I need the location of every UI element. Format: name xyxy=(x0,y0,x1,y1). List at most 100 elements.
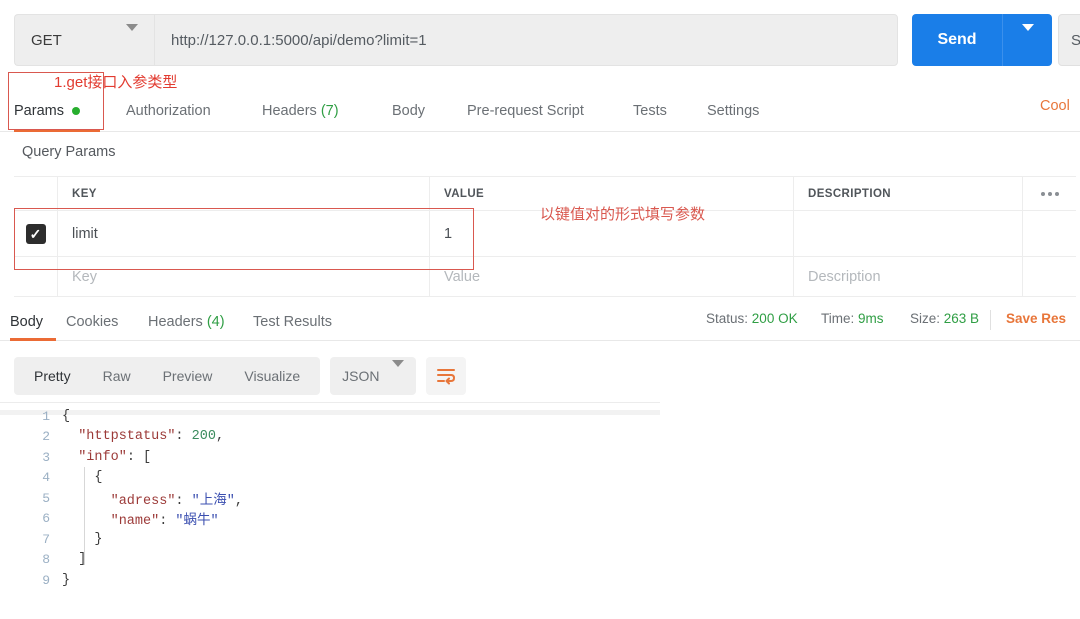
code-line: 5 "adress": "上海", xyxy=(0,488,700,509)
save-button[interactable]: Sa xyxy=(1058,14,1080,66)
header-cell-checkbox xyxy=(14,177,58,210)
code-line: 4 { xyxy=(0,468,700,489)
divider xyxy=(990,310,991,330)
format-dropdown[interactable]: JSON xyxy=(330,357,416,395)
request-url-bar: GET http://127.0.0.1:5000/api/demo?limit… xyxy=(0,0,1080,82)
code-line-text: ] xyxy=(62,552,87,568)
tab-headers-label: Headers xyxy=(262,102,317,119)
size-badge: Size: 263 B xyxy=(910,311,979,326)
param-key-input[interactable]: limit xyxy=(72,226,98,242)
status-badge: Status: 200 OK xyxy=(706,311,798,326)
response-tab-headers-label: Headers xyxy=(148,313,203,330)
send-options-button[interactable] xyxy=(1002,14,1052,66)
chevron-down-icon xyxy=(1021,24,1034,49)
tab-body[interactable]: Body xyxy=(392,90,425,131)
check-icon: ✓ xyxy=(29,225,42,242)
param-value-input[interactable]: 1 xyxy=(444,226,452,242)
http-method-dropdown[interactable]: GET xyxy=(14,14,154,66)
tab-params[interactable]: Params xyxy=(14,90,80,131)
send-button-label: Send xyxy=(937,31,977,48)
code-line: 2 "httpstatus": 200, xyxy=(0,427,700,448)
response-view-toolbar: Pretty Raw Preview Visualize JSON xyxy=(14,357,466,395)
cookies-link[interactable]: Cool xyxy=(1040,98,1070,114)
word-wrap-icon xyxy=(436,369,455,385)
row-checkbox[interactable]: ✓ xyxy=(25,223,46,244)
send-button[interactable]: Send xyxy=(912,14,1002,66)
url-text: http://127.0.0.1:5000/api/demo?limit=1 xyxy=(171,31,427,49)
table-row: ✓ limit 1 xyxy=(14,211,1076,257)
line-number: 6 xyxy=(42,511,50,527)
tab-authorization[interactable]: Authorization xyxy=(126,90,211,131)
tab-pre-request-script-label: Pre-request Script xyxy=(467,102,584,119)
save-response-button[interactable]: Save Res xyxy=(1006,311,1066,326)
query-params-table: KEY VALUE DESCRIPTION ✓ limit 1 Key Valu… xyxy=(14,176,1076,297)
response-tab-body-label: Body xyxy=(10,313,44,330)
active-response-tab-indicator xyxy=(10,338,56,341)
tab-authorization-label: Authorization xyxy=(126,102,211,119)
response-body-code[interactable]: 1{2 "httpstatus": 200, 3 "info": [4 {5 "a… xyxy=(0,406,700,591)
tab-settings[interactable]: Settings xyxy=(707,90,759,131)
line-number: 3 xyxy=(42,449,50,465)
column-header-key: KEY xyxy=(72,187,97,200)
chevron-down-icon xyxy=(126,24,138,49)
tab-tests-label: Tests xyxy=(633,102,667,119)
params-active-dot-icon xyxy=(71,106,80,115)
response-tab-headers[interactable]: Headers (4) xyxy=(148,303,225,340)
code-line: 8 ] xyxy=(0,550,700,571)
more-options-icon[interactable] xyxy=(1040,191,1059,196)
line-number: 9 xyxy=(42,572,50,588)
response-tab-cookies-label: Cookies xyxy=(66,313,119,330)
tab-body-label: Body xyxy=(392,102,426,119)
code-line-text: "info": [ xyxy=(62,449,152,465)
code-line: 3 "info": [ xyxy=(0,447,700,468)
view-mode-visualize[interactable]: Visualize xyxy=(228,361,316,391)
url-input[interactable]: http://127.0.0.1:5000/api/demo?limit=1 xyxy=(154,14,898,66)
status-label: Status: xyxy=(706,311,749,326)
line-number: 5 xyxy=(42,490,50,506)
view-mode-pretty[interactable]: Pretty xyxy=(18,361,87,391)
tab-pre-request-script[interactable]: Pre-request Script xyxy=(467,90,584,131)
table-header-row: KEY VALUE DESCRIPTION xyxy=(14,176,1076,211)
tab-tests[interactable]: Tests xyxy=(633,90,667,131)
code-line-text: "httpstatus": 200, xyxy=(62,429,225,445)
active-tab-indicator xyxy=(14,129,100,132)
response-tab-headers-count: (4) xyxy=(206,313,225,330)
code-line-text: { xyxy=(62,470,103,486)
line-number: 8 xyxy=(42,552,50,568)
response-tab-body[interactable]: Body xyxy=(10,303,43,340)
response-tab-cookies[interactable]: Cookies xyxy=(66,303,118,340)
new-param-value-input[interactable]: Value xyxy=(444,269,480,285)
table-row-placeholder: Key Value Description xyxy=(14,257,1076,297)
size-value: 263 B xyxy=(943,311,980,326)
new-param-key-input[interactable]: Key xyxy=(72,269,97,285)
tab-headers[interactable]: Headers (7) xyxy=(262,90,339,131)
response-tab-test-results[interactable]: Test Results xyxy=(253,303,332,340)
word-wrap-button[interactable] xyxy=(425,357,466,395)
view-mode-raw[interactable]: Raw xyxy=(87,361,147,391)
column-header-description: DESCRIPTION xyxy=(808,187,891,200)
divider xyxy=(0,402,660,403)
code-line-text: } xyxy=(62,572,71,588)
postman-window: GET http://127.0.0.1:5000/api/demo?limit… xyxy=(0,0,1080,619)
view-mode-group: Pretty Raw Preview Visualize xyxy=(14,357,321,395)
save-button-label: Sa xyxy=(1071,31,1080,49)
code-line: 9} xyxy=(0,570,700,591)
size-label: Size: xyxy=(910,311,941,326)
view-mode-preview[interactable]: Preview xyxy=(147,361,229,391)
code-line: 7 } xyxy=(0,529,700,550)
code-line-text: { xyxy=(62,408,71,424)
code-line-text: } xyxy=(62,531,103,547)
code-line: 6 "name": "蜗牛" xyxy=(0,509,700,529)
new-param-description-input[interactable]: Description xyxy=(808,269,881,285)
column-header-value: VALUE xyxy=(444,187,485,200)
tab-params-label: Params xyxy=(14,102,64,119)
status-value: 200 OK xyxy=(751,311,798,326)
query-params-title: Query Params xyxy=(22,144,116,160)
format-label: JSON xyxy=(342,368,380,384)
http-method-label: GET xyxy=(31,31,62,49)
time-label: Time: xyxy=(821,311,855,326)
request-tab-bar: Params Authorization Headers (7) Body Pr… xyxy=(0,90,1080,132)
code-line-text: "adress": "上海", xyxy=(62,493,243,509)
tab-settings-label: Settings xyxy=(707,102,760,119)
time-badge: Time: 9ms xyxy=(821,311,884,326)
